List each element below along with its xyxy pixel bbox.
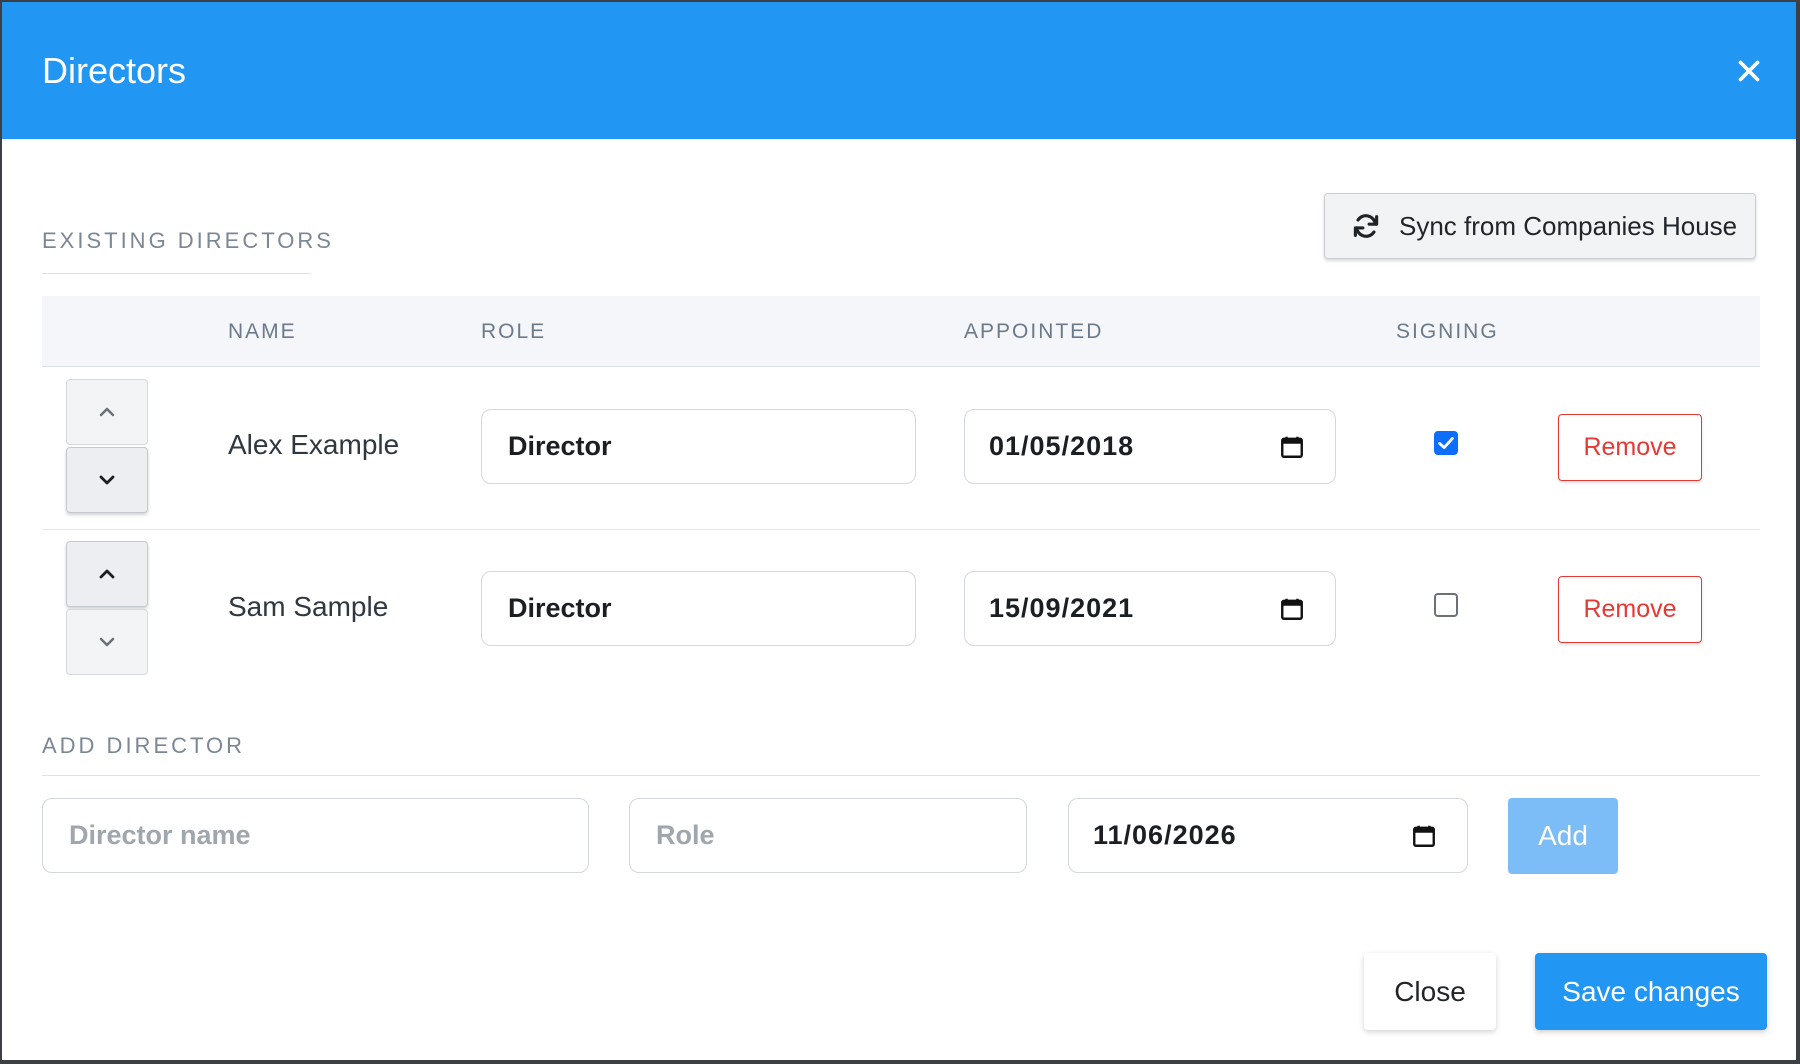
close-icon[interactable] [1732,54,1766,88]
signing-checkbox[interactable] [1434,593,1458,617]
close-button[interactable]: Close [1364,953,1496,1030]
appointed-date-field[interactable]: 01/05/2018 [964,409,1336,484]
role-field[interactable] [481,571,916,646]
move-up-button[interactable] [66,541,148,607]
table-header: NAME ROLE APPOINTED SIGNING [42,296,1760,367]
column-header-name: NAME [228,320,297,343]
remove-button[interactable]: Remove [1558,414,1702,481]
chevron-down-icon [99,475,115,485]
appointed-date-value: 15/09/2021 [989,593,1135,623]
add-director-button[interactable]: Add [1508,798,1618,874]
new-role-field[interactable] [629,798,1027,873]
chevron-up-icon [99,569,115,579]
calendar-icon[interactable] [1279,434,1305,460]
sync-icon [1353,214,1379,238]
signing-checkbox[interactable] [1434,431,1458,455]
new-appointed-date-field[interactable]: 11/06/2026 [1068,798,1468,873]
move-up-button[interactable] [66,379,148,445]
modal-header: Directors [2,2,1796,139]
checkmark-icon [1438,437,1454,449]
directors-modal: Directors EXISTING DIRECTORS Sync from C… [2,2,1796,1060]
new-role-input[interactable] [654,819,1026,852]
sync-button-label: Sync from Companies House [1399,210,1738,241]
column-header-role: ROLE [481,320,547,343]
column-header-appointed: APPOINTED [964,320,1104,343]
row-divider [42,529,1760,530]
section-divider [42,775,1760,776]
director-name: Sam Sample [228,591,389,622]
chevron-down-icon [99,637,115,647]
role-input[interactable] [506,592,915,625]
director-name-input[interactable] [67,819,588,852]
role-input[interactable] [506,430,915,463]
director-name: Alex Example [228,429,400,460]
save-changes-button[interactable]: Save changes [1535,953,1767,1030]
add-director-label: ADD DIRECTOR [42,733,246,758]
calendar-icon[interactable] [1279,596,1305,622]
existing-directors-label: EXISTING DIRECTORS [42,228,334,253]
modal-title: Directors [42,50,187,91]
move-down-button[interactable] [66,447,148,513]
appointed-date-field[interactable]: 15/09/2021 [964,571,1336,646]
sync-companies-house-button[interactable]: Sync from Companies House [1324,193,1756,259]
chevron-up-icon [99,407,115,417]
appointed-date-value: 01/05/2018 [989,431,1135,461]
column-header-signing: SIGNING [1396,320,1499,343]
role-field[interactable] [481,409,916,484]
calendar-icon[interactable] [1411,823,1437,849]
remove-button[interactable]: Remove [1558,576,1702,643]
section-divider [42,273,311,274]
new-appointed-date-value: 11/06/2026 [1093,820,1237,850]
move-down-button[interactable] [66,609,148,675]
director-name-field[interactable] [42,798,589,873]
